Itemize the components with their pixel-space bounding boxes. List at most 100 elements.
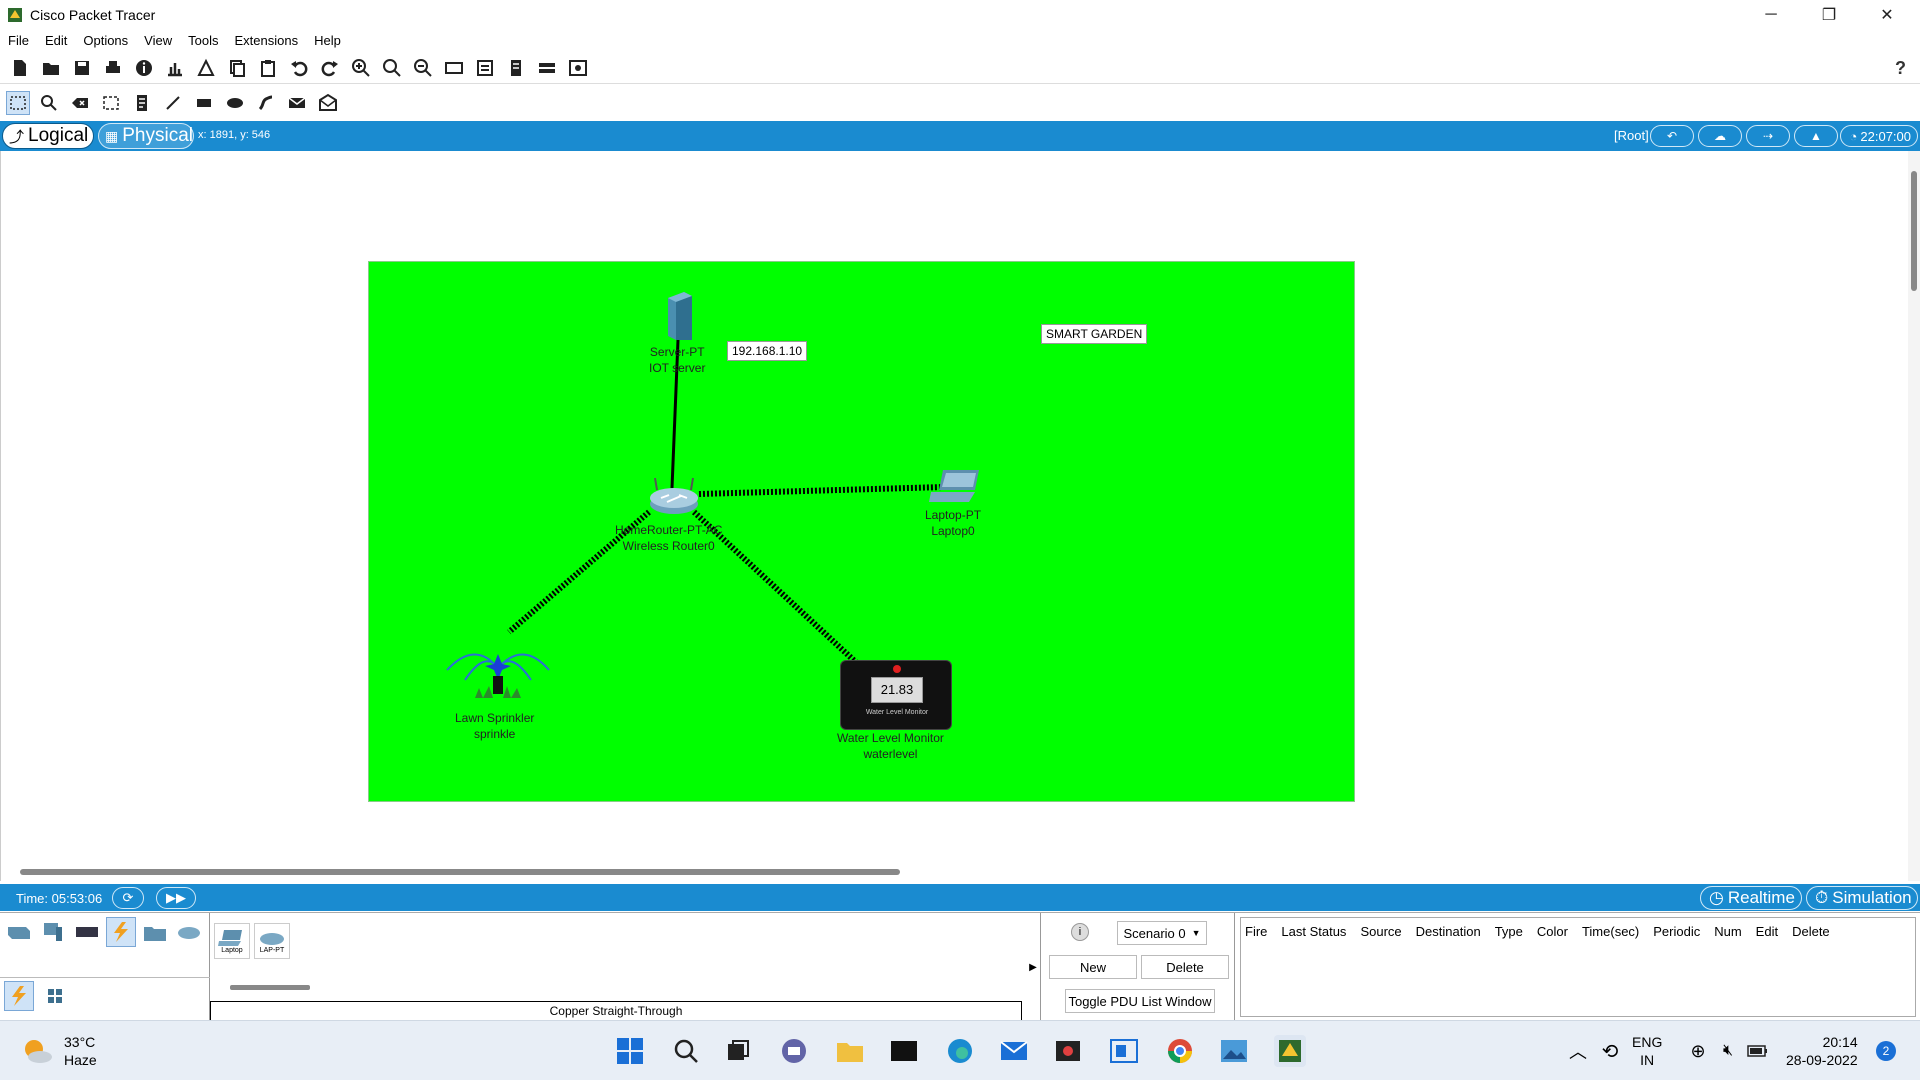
photos-icon[interactable]: [1218, 1035, 1250, 1067]
save-icon[interactable]: [70, 56, 94, 80]
network-info-icon[interactable]: [163, 56, 187, 80]
water-level-monitor-device[interactable]: 21.83 Water Level Monitor: [840, 660, 952, 730]
wizard-icon[interactable]: [194, 56, 218, 80]
wireless-router-icon[interactable]: [647, 476, 701, 516]
scenario-info-icon[interactable]: i: [1071, 923, 1089, 941]
add-simple-pdu-icon[interactable]: [285, 91, 309, 115]
collapse-arrow-icon[interactable]: ▶: [1026, 913, 1040, 1021]
tray-chevron-icon[interactable]: ︿: [1562, 1035, 1594, 1067]
zoom-reset-icon[interactable]: [380, 56, 404, 80]
weather-widget[interactable]: 33°C Haze: [20, 1033, 97, 1069]
components-icon[interactable]: [72, 917, 102, 947]
place-note-icon[interactable]: [130, 91, 154, 115]
edge-browser-icon[interactable]: [944, 1035, 976, 1067]
info-icon[interactable]: [132, 56, 156, 80]
select-tool-icon[interactable]: [6, 91, 30, 115]
horizontal-scroll-thumb[interactable]: [20, 869, 900, 875]
freeform-icon[interactable]: [254, 91, 278, 115]
system-clock[interactable]: 20:14 28-09-2022: [1786, 1033, 1858, 1069]
menu-view[interactable]: View: [136, 33, 180, 48]
cluster-view-icon[interactable]: ☁: [1698, 125, 1742, 147]
custom-device-icon[interactable]: [473, 56, 497, 80]
zoom-out-icon[interactable]: [411, 56, 435, 80]
paste-icon[interactable]: [256, 56, 280, 80]
network-globe-icon[interactable]: ⊕: [1682, 1035, 1714, 1067]
chrome-icon[interactable]: [1164, 1035, 1196, 1067]
vertical-scrollbar[interactable]: [1908, 151, 1920, 881]
back-icon[interactable]: ↶: [1650, 125, 1694, 147]
task-view-icon[interactable]: [722, 1035, 754, 1067]
restore-button[interactable]: ❐: [1800, 0, 1858, 30]
cluster-icon[interactable]: [566, 56, 590, 80]
packet-tracer-taskbar-icon[interactable]: [1274, 1035, 1306, 1067]
redo-icon[interactable]: [318, 56, 342, 80]
multiuser-icon[interactable]: [174, 917, 204, 947]
chat-icon[interactable]: [778, 1035, 810, 1067]
col-source[interactable]: Source: [1360, 924, 1401, 939]
menu-help[interactable]: Help: [306, 33, 349, 48]
open-folder-icon[interactable]: [39, 56, 63, 80]
simulation-button[interactable]: ⏱ Simulation: [1806, 886, 1918, 910]
root-label[interactable]: [Root]: [1614, 128, 1649, 143]
col-fire[interactable]: Fire: [1245, 924, 1267, 939]
col-periodic[interactable]: Periodic: [1653, 924, 1700, 939]
menu-extensions[interactable]: Extensions: [226, 33, 306, 48]
server-icon[interactable]: [664, 290, 694, 342]
grid-view-icon[interactable]: [40, 981, 70, 1011]
language-indicator[interactable]: ENG IN: [1632, 1033, 1662, 1069]
start-icon[interactable]: [614, 1035, 646, 1067]
connections-icon[interactable]: [106, 917, 136, 947]
end-devices-icon[interactable]: [38, 917, 68, 947]
viewport-clock[interactable]: ◔ 22:07:00: [1840, 125, 1918, 147]
col-num[interactable]: Num: [1714, 924, 1741, 939]
zoom-in-icon[interactable]: [349, 56, 373, 80]
draw-line-icon[interactable]: [161, 91, 185, 115]
col-delete[interactable]: Delete: [1792, 924, 1830, 939]
miscellaneous-icon[interactable]: [140, 917, 170, 947]
notification-badge[interactable]: 2: [1876, 1041, 1896, 1061]
connection-type-icon[interactable]: [4, 981, 34, 1011]
copy-icon[interactable]: [225, 56, 249, 80]
pdu-list-icon[interactable]: [504, 56, 528, 80]
device-template-icon[interactable]: [535, 56, 559, 80]
device-lap-pt[interactable]: LAP-PT: [254, 923, 290, 959]
lawn-sprinkler-icon[interactable]: [445, 640, 551, 700]
battery-icon[interactable]: [1742, 1035, 1774, 1067]
minimize-button[interactable]: ─: [1742, 0, 1800, 30]
menu-file[interactable]: File: [0, 33, 37, 48]
ip-note[interactable]: 192.168.1.10: [727, 341, 808, 361]
title-note[interactable]: SMART GARDEN: [1041, 324, 1148, 344]
fast-forward-icon[interactable]: ▶▶: [156, 887, 196, 909]
whiteboard-icon[interactable]: [1108, 1035, 1140, 1067]
device-laptop[interactable]: Laptop: [214, 923, 250, 959]
new-file-icon[interactable]: [8, 56, 32, 80]
menu-options[interactable]: Options: [75, 33, 136, 48]
search-icon[interactable]: [670, 1035, 702, 1067]
delete-scenario-button[interactable]: Delete: [1141, 955, 1229, 979]
mail-icon[interactable]: [998, 1035, 1030, 1067]
help-button[interactable]: ?: [1895, 58, 1906, 79]
toggle-pdu-list-button[interactable]: Toggle PDU List Window: [1065, 989, 1215, 1013]
draw-ellipse-icon[interactable]: [223, 91, 247, 115]
power-cycle-icon[interactable]: ⟳: [112, 887, 144, 909]
scenario-select[interactable]: Scenario 0 ▼: [1117, 921, 1207, 945]
inspect-icon[interactable]: [37, 91, 61, 115]
menu-tools[interactable]: Tools: [180, 33, 226, 48]
resize-shape-icon[interactable]: [99, 91, 123, 115]
media-app-icon[interactable]: [1052, 1035, 1084, 1067]
tab-physical[interactable]: ▦ Physical: [98, 123, 194, 149]
sync-icon[interactable]: ⟲: [1594, 1035, 1626, 1067]
add-complex-pdu-icon[interactable]: [316, 91, 340, 115]
drawing-palette-icon[interactable]: [442, 56, 466, 80]
col-edit[interactable]: Edit: [1756, 924, 1778, 939]
vertical-scroll-thumb[interactable]: [1911, 171, 1917, 291]
col-time[interactable]: Time(sec): [1582, 924, 1639, 939]
terminal-icon[interactable]: [888, 1035, 920, 1067]
col-color[interactable]: Color: [1537, 924, 1568, 939]
print-icon[interactable]: [101, 56, 125, 80]
laptop-icon[interactable]: [929, 468, 983, 504]
undo-icon[interactable]: [287, 56, 311, 80]
close-button[interactable]: ✕: [1858, 0, 1916, 30]
network-devices-icon[interactable]: [4, 917, 34, 947]
menu-edit[interactable]: Edit: [37, 33, 75, 48]
